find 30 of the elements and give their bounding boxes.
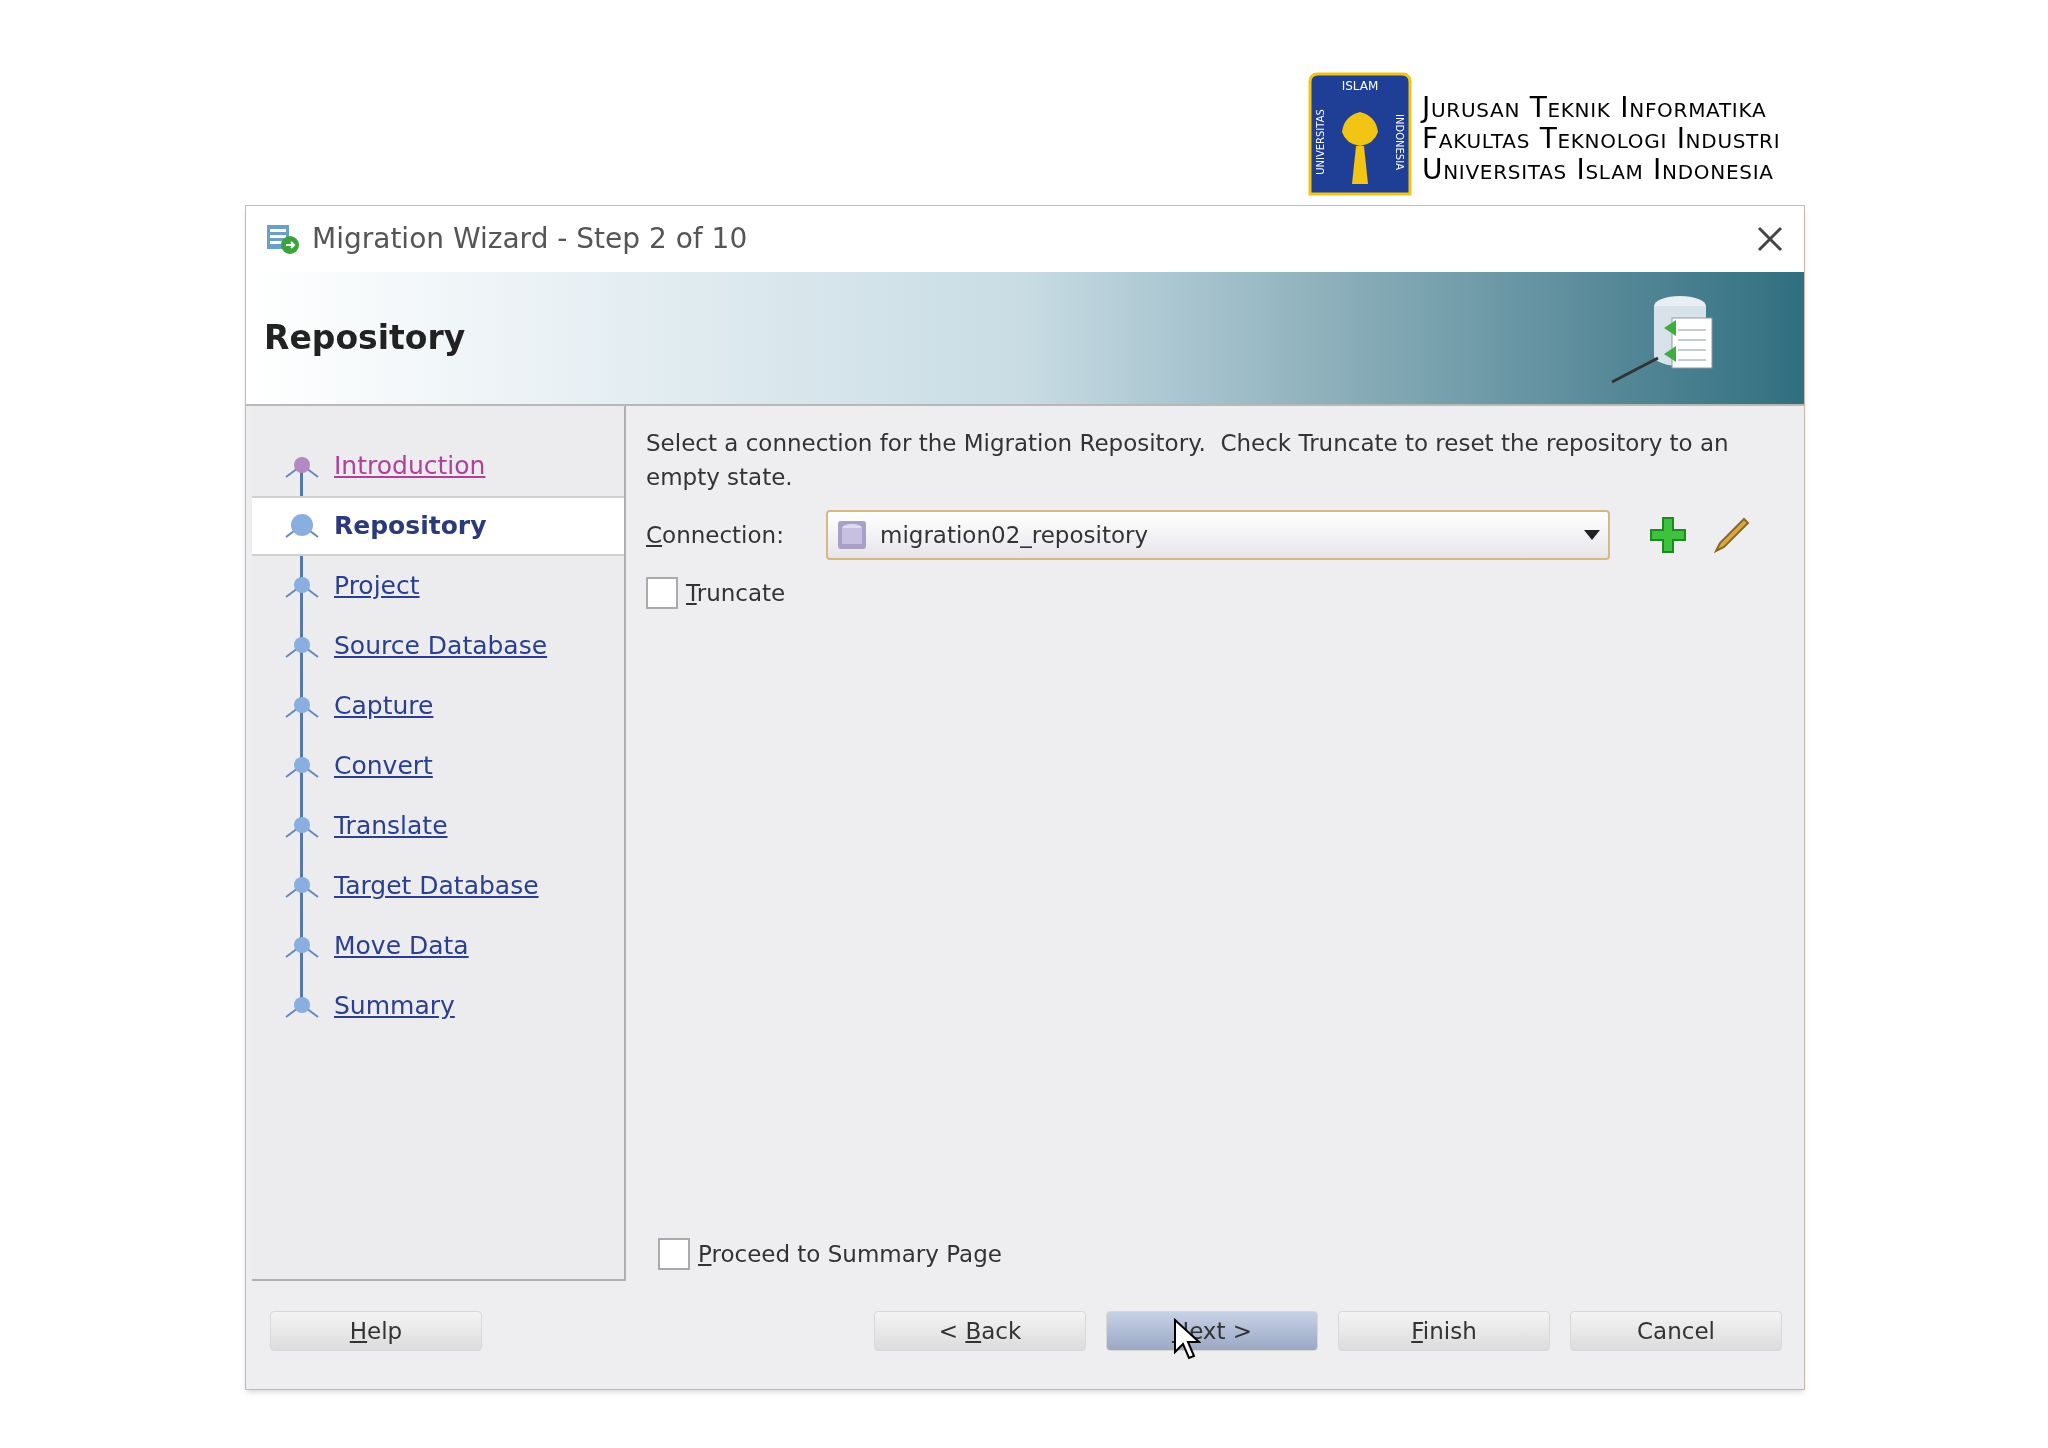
department-text: Jurusan Teknik Informatika: [1422, 92, 1768, 123]
step-link[interactable]: Summary: [334, 987, 455, 1025]
step-link[interactable]: Source Database: [334, 627, 548, 665]
dialog-button[interactable]: Finish: [1338, 1311, 1550, 1351]
window-title: Migration Wizard - Step 2 of 10: [312, 221, 748, 257]
step-link[interactable]: Target Database: [334, 867, 539, 905]
connection-label: Connection:: [646, 520, 785, 550]
database-icon: [836, 519, 868, 551]
step-link[interactable]: Project: [334, 567, 420, 605]
step-link[interactable]: Capture: [334, 687, 434, 725]
instructions-text: Select a connection for the Migration Repository. Check Truncate to reset the repository to an empty state.: [646, 429, 1730, 492]
department-text: Fakultas Teknologi Industri: [1422, 123, 1781, 154]
truncate-checkbox[interactable]: Truncate: [646, 576, 786, 611]
dialog-button[interactable]: Cancel: [1570, 1311, 1782, 1351]
pencil-icon[interactable]: [1712, 515, 1752, 555]
step-link[interactable]: Introduction: [334, 447, 486, 485]
step-link[interactable]: Convert: [334, 747, 433, 785]
add-icon[interactable]: [1648, 515, 1688, 555]
dialog-button[interactable]: Help: [270, 1311, 482, 1351]
proceed-checkbox[interactable]: Proceed to Summary Page: [658, 1236, 1002, 1271]
step-link[interactable]: Translate: [334, 807, 448, 845]
department-text: Universitas Islam Indonesia: [1422, 154, 1775, 185]
connection-value: migration02_repository: [880, 520, 1150, 550]
dropdown-arrow-icon: [1584, 530, 1600, 540]
page-title: Repository: [264, 317, 466, 360]
dialog-button[interactable]: < Back: [874, 1311, 1086, 1351]
step-link[interactable]: Move Data: [334, 927, 469, 965]
connection-dropdown[interactable]: migration02_repository: [826, 510, 1610, 560]
close-icon[interactable]: [1756, 225, 1784, 253]
wizard-app-icon: [266, 223, 300, 255]
